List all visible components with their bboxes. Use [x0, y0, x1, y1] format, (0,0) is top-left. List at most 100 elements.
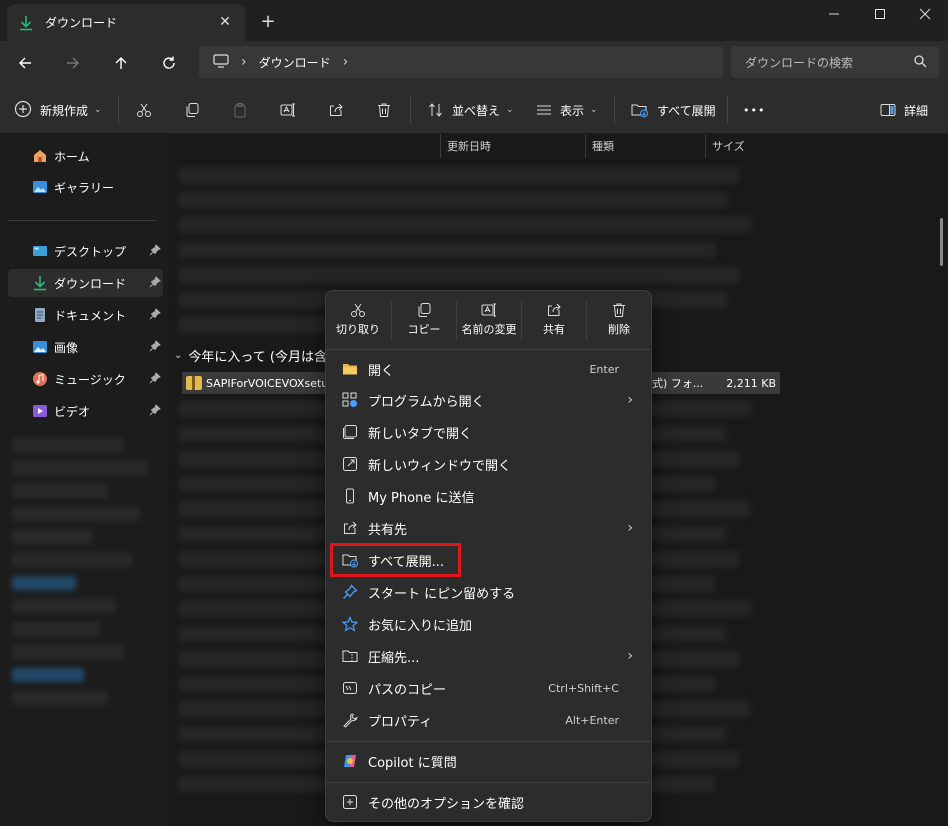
- share-button[interactable]: [328, 97, 344, 123]
- pin-icon[interactable]: [149, 276, 161, 291]
- new-label: 新規作成: [40, 103, 89, 118]
- details-pane-icon: [880, 104, 896, 116]
- highlight-box: [330, 543, 461, 577]
- title-bar: ダウンロード ✕ +: [0, 0, 948, 41]
- menu-item-open-with[interactable]: プログラムから開く ›: [330, 385, 647, 415]
- sidebar-item-documents[interactable]: ドキュメント: [8, 301, 163, 329]
- menu-item-label: パスのコピー: [368, 682, 447, 698]
- search-icon: [913, 54, 927, 71]
- scrollbar-thumb[interactable]: [940, 218, 943, 266]
- zip-folder-icon: [186, 376, 202, 390]
- view-button[interactable]: 表示 ⌄: [536, 97, 598, 123]
- cut-button[interactable]: [136, 97, 152, 123]
- tab-downloads[interactable]: ダウンロード ✕: [7, 4, 245, 41]
- share-icon: [330, 103, 343, 116]
- menu-item-ask-copilot[interactable]: Copilot に質問: [330, 746, 647, 776]
- menu-item-open[interactable]: 開く Enter: [330, 354, 647, 384]
- action-label: 名前の変更: [461, 323, 517, 336]
- menu-item-pin-to-start[interactable]: スタート にピン留めする: [330, 577, 647, 607]
- chevron-down-icon: ⌄: [174, 350, 183, 361]
- extract-folder-icon: [631, 104, 648, 118]
- rename-button[interactable]: [280, 97, 296, 123]
- delete-action[interactable]: 削除: [587, 299, 651, 343]
- sidebar-item-gallery[interactable]: ギャラリー: [8, 173, 163, 201]
- details-button[interactable]: 詳細: [880, 97, 928, 123]
- sidebar-item-downloads[interactable]: ダウンロード: [8, 269, 163, 297]
- action-label: コピー: [407, 323, 441, 336]
- desktop-icon: [32, 243, 48, 259]
- sidebar-item-label: デスクトップ: [54, 244, 127, 259]
- delete-icon: [611, 299, 627, 321]
- pin-icon[interactable]: [149, 340, 161, 355]
- sidebar-item-desktop[interactable]: デスクトップ: [8, 237, 163, 265]
- chevron-down-icon: ⌄: [94, 105, 102, 115]
- minimize-button[interactable]: [811, 0, 857, 28]
- pin-icon[interactable]: [149, 244, 161, 259]
- sidebar-item-label: ギャラリー: [54, 180, 115, 195]
- menu-item-copy-path[interactable]: パスのコピー Ctrl+Shift+C: [330, 673, 647, 703]
- rename-icon: [481, 299, 497, 321]
- copy-button[interactable]: [184, 97, 200, 123]
- column-header-modified[interactable]: 更新日時: [440, 134, 585, 158]
- pin-icon[interactable]: [149, 404, 161, 419]
- phone-icon: [342, 488, 358, 504]
- shortcut-label: Enter: [589, 362, 619, 376]
- group-header[interactable]: ⌄ 今年に入って (今月は含: [174, 346, 327, 365]
- rename-action[interactable]: 名前の変更: [457, 299, 521, 343]
- sidebar-item-home[interactable]: ホーム: [8, 142, 163, 170]
- maximize-button[interactable]: [857, 0, 903, 28]
- sidebar-item-videos[interactable]: ビデオ: [8, 397, 163, 425]
- pin-icon: [342, 584, 358, 600]
- menu-item-label: Copilot に質問: [368, 755, 457, 771]
- menu-item-share-with[interactable]: 共有先 ›: [330, 513, 647, 543]
- sort-button[interactable]: 並べ替え ⌄: [428, 97, 514, 123]
- document-icon: [32, 307, 48, 323]
- navigation-bar: › ダウンロード › ダウンロードの検索: [0, 41, 948, 84]
- column-header-size[interactable]: サイズ: [705, 134, 785, 158]
- download-icon: [17, 14, 35, 32]
- chevron-down-icon: ⌄: [506, 105, 514, 115]
- sidebar-item-label: ドキュメント: [54, 308, 127, 323]
- delete-button[interactable]: [376, 97, 392, 123]
- menu-item-open-new-tab[interactable]: 新しいタブで開く: [330, 417, 647, 447]
- menu-item-open-new-window[interactable]: 新しいウィンドウで開く: [330, 449, 647, 479]
- extract-all-button[interactable]: すべて展開: [631, 97, 716, 123]
- chevron-right-icon[interactable]: ›: [343, 54, 349, 70]
- search-input[interactable]: ダウンロードの検索: [731, 46, 939, 78]
- share-action[interactable]: 共有: [522, 299, 586, 343]
- breadcrumb[interactable]: ダウンロード: [259, 54, 331, 71]
- paste-button[interactable]: [232, 97, 248, 123]
- sidebar-divider: [8, 220, 156, 221]
- cut-action[interactable]: 切り取り: [326, 299, 390, 343]
- file-name: SAPIForVOICEVOXsetu: [206, 376, 329, 390]
- file-type: 式) フォ...: [652, 377, 704, 390]
- refresh-button[interactable]: [154, 48, 184, 78]
- menu-item-add-favorites[interactable]: お気に入りに追加: [330, 609, 647, 639]
- star-icon: [342, 616, 358, 632]
- up-button[interactable]: [106, 48, 136, 78]
- menu-item-properties[interactable]: プロパティ Alt+Enter: [330, 705, 647, 735]
- back-button[interactable]: [10, 48, 40, 78]
- menu-item-compress-to[interactable]: 圧縮先... ›: [330, 641, 647, 671]
- new-button[interactable]: 新規作成 ⌄: [14, 97, 102, 123]
- sidebar-item-pictures[interactable]: 画像: [8, 333, 163, 361]
- divider: [727, 96, 728, 124]
- address-bar[interactable]: › ダウンロード ›: [199, 46, 723, 78]
- copy-action[interactable]: コピー: [392, 299, 456, 343]
- sidebar-item-music[interactable]: ミュージック: [8, 365, 163, 393]
- new-window-icon: [342, 456, 358, 472]
- pin-icon[interactable]: [149, 308, 161, 323]
- menu-item-send-to-phone[interactable]: My Phone に送信: [330, 481, 647, 511]
- forward-button[interactable]: [58, 48, 88, 78]
- menu-item-show-more-options[interactable]: その他のオプションを確認: [330, 787, 647, 817]
- more-options-button[interactable]: •••: [743, 97, 765, 123]
- pin-icon[interactable]: [149, 372, 161, 387]
- new-tab-button[interactable]: +: [257, 10, 279, 32]
- close-tab-icon[interactable]: ✕: [215, 12, 235, 32]
- close-window-button[interactable]: [902, 0, 948, 28]
- menu-item-label: 共有先: [368, 522, 408, 538]
- cut-icon: [350, 299, 366, 321]
- chevron-right-icon: ›: [241, 54, 247, 70]
- column-header-type[interactable]: 種類: [585, 134, 705, 158]
- tab-label: ダウンロード: [45, 16, 118, 30]
